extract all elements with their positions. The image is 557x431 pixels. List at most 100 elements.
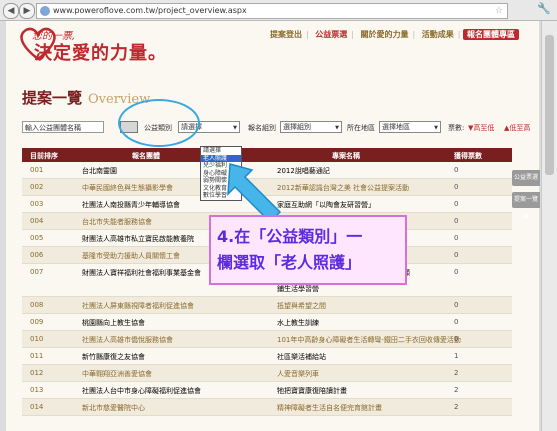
forward-button[interactable]: ▶ [19,3,35,19]
cell-votes: 0 [454,183,459,191]
nav-item-vote[interactable]: 公益票選 [311,30,351,39]
side-tab-vote[interactable]: 公益票選▲ [512,170,540,197]
cell-votes: 0 [454,166,459,174]
forward-arrow-icon: ▶ [23,6,31,16]
cell-group: 基隆市受助力援助人員關懷工會 [82,252,180,260]
cell-rank: 002 [30,183,44,191]
cell-project: 社區樂活補給站 [277,353,326,361]
nav-item-register[interactable]: 報名團體專區 [463,29,519,40]
cell-votes: 0 [454,318,459,326]
table-row[interactable]: 014 新北市慈愛醫院中心 精神障礙者生活自名便完育館計畫 2 [22,399,512,416]
address-bar[interactable]: www.poweroflove.com.tw/project_overview.… [36,3,508,19]
scrollbar-thumb[interactable] [545,35,554,175]
cell-project: 2012新華認識台灣之美 社會公益提案活動 [277,184,410,192]
cell-group: 中華民國終色與生態攝影學會 [82,184,173,192]
cell-votes: 0 [454,335,459,343]
cell-votes: 0 [454,217,459,225]
table-row[interactable]: 008 社團法人屏東縣視障者福利促進協會 抵望與希望之間 0 [22,297,512,314]
cell-group: 台北市失能者服務協會 [82,218,152,226]
logo-text: 決定愛的力量。 [34,43,167,64]
cell-group: 社團法人高雄市僑悅服務協會 [82,336,173,344]
cell-rank: 010 [30,335,44,343]
cell-votes: 0 [454,301,459,309]
back-button[interactable]: ◀ [3,3,19,19]
dropdown-option[interactable]: 請選擇 [201,147,241,155]
cell-project: 2012說唱藝通記 [277,167,330,175]
scrollbar[interactable] [541,21,557,431]
nav-item-results[interactable]: 活動成果 [418,30,458,39]
cell-project: 家庭互助網「以陶會友研習營」 [277,201,375,209]
table-row[interactable]: 009 桃園縣向上教生協會 水上教生訓練 0 [22,314,512,331]
table-row[interactable]: 013 社團法人台中市身心障礙福利促進協會 牠把寶寶康復陪讀計畫 2 [22,382,512,399]
cell-votes: 0 [454,200,459,208]
cell-project: 101年中高齡身心障礙者生活轉彎-鐵田二手衣回收傳愛活動 [277,336,461,344]
search-input[interactable]: 輸入公益團體名稱 [22,121,104,133]
cell-votes: 2 [454,386,459,394]
wrench-icon[interactable]: 🔧 [537,2,551,15]
cell-rank: 012 [30,369,44,377]
sort-low-high[interactable]: ▲低至高 [504,123,530,133]
page-title-zh: 提案一覽 [22,89,83,107]
group-select[interactable]: 選擇組別 [280,121,342,133]
cell-votes: 0 [454,251,459,259]
cell-group: 社團法人台中市身心障礙福利促進協會 [82,387,201,395]
region-label: 所在地區 [347,124,375,132]
cell-rank: 013 [30,386,44,394]
cell-votes: 1 [454,352,459,360]
sort-high-low[interactable]: ▼高至低 [468,123,494,133]
filter-bar: 輸入公益團體名稱 公益類別 請選擇 報名組別 選擇組別 所在地區 選擇地區 票數… [22,121,537,135]
callout-line-1: 4.在「公益類別」一 [217,227,363,246]
cell-group: 財團法人寶祥福利社會福利事業基金會 [82,269,201,277]
table-row[interactable]: 010 社團法人高雄市僑悅服務協會 101年中高齡身心障礙者生活轉彎-鐵田二手衣回收… [22,331,512,348]
header-votes: 獲得票數 [454,152,482,160]
header-project: 專案名稱 [332,152,360,160]
cell-rank: 005 [30,234,44,242]
highlight-ellipse [118,99,200,147]
cell-group: 桃園縣向上教生協會 [82,319,145,327]
cell-group: 新竹縣康復之友協會 [82,353,145,361]
cell-group: 財團法人高雄市私立寶民啟能教養院 [82,235,194,243]
cell-votes: 2 [454,369,459,377]
table-row[interactable]: 012 中華翱翔亞洲善愛協會 人愛音樂列車 2 [22,365,512,382]
cell-rank: 003 [30,200,44,208]
nav-item-logout[interactable]: 提案登出 [266,30,306,39]
cell-project: 精神障礙者生活自名便完育館計畫 [277,404,382,412]
cell-rank: 006 [30,251,44,259]
cell-group: 新北市慈愛醫院中心 [82,404,145,412]
back-arrow-icon: ◀ [7,6,15,16]
header-rank: 目前排序 [30,152,58,160]
table-row[interactable]: 011 新竹縣康復之友協會 社區樂活補給站 1 [22,348,512,365]
votes-label: 票數: [448,124,465,132]
cell-project: 水上教生訓練 [277,319,319,327]
top-navigation: 提案登出 | 公益票選 | 關於愛的力量 | 活動成果 | 報名團體專區 [266,29,519,40]
cell-group: 社團法人南投縣青少年輔導協會 [82,201,180,209]
cell-group: 台北南靈園 [82,167,117,175]
group-label: 報名組別 [248,124,276,132]
instruction-callout: 4.在「公益類別」一 欄選取「老人照護」 [209,215,407,285]
cell-project: 鋪生活學習營 [277,285,319,293]
globe-icon [40,6,50,16]
region-select[interactable]: 選擇地區 [379,121,441,133]
cell-rank: 008 [30,301,44,309]
cell-project: 抵望與希望之間 [277,302,326,310]
cell-rank: 011 [30,352,44,360]
cell-rank: 007 [30,268,44,276]
cell-rank: 014 [30,403,44,411]
header-group: 報名團體 [132,152,160,160]
cell-group: 社團法人屏東縣視障者福利促進協會 [82,302,194,310]
cell-votes: 0 [454,268,459,276]
cell-rank: 004 [30,217,44,225]
bookmark-star-icon[interactable]: ☆ [495,4,503,18]
cell-votes: 2 [454,403,459,411]
url-text: www.poweroflove.com.tw/project_overview.… [53,6,247,15]
cell-rank: 009 [30,318,44,326]
nav-item-about[interactable]: 關於愛的力量 [357,30,413,39]
side-tab-overview[interactable]: 提案一覽▲ [512,192,540,219]
callout-line-2: 欄選取「老人照護」 [217,253,362,272]
cell-project: 人愛音樂列車 [277,370,319,378]
browser-toolbar: ◀ ▶ www.poweroflove.com.tw/project_overv… [0,0,557,21]
cell-project: 牠把寶寶康復陪讀計畫 [277,387,347,395]
cell-group: 中華翱翔亞洲善愛協會 [82,370,152,378]
cell-rank: 001 [30,166,44,174]
cell-votes: 0 [454,234,459,242]
